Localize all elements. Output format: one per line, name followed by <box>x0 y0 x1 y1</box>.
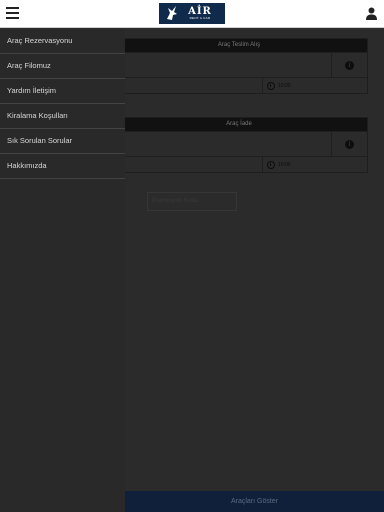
drawer-item-fleet[interactable]: Araç Filomuz <box>0 54 125 79</box>
user-icon[interactable] <box>365 7 378 20</box>
pickup-location-field[interactable]: i <box>111 52 367 77</box>
hamburger-line <box>6 17 19 19</box>
clock-icon <box>267 160 275 169</box>
return-time-field[interactable]: 10:00 <box>263 157 367 172</box>
drawer-item-about[interactable]: Hakkımızda <box>0 154 125 179</box>
pickup-time-field[interactable]: 10:00 <box>263 78 367 93</box>
pickup-info-button[interactable]: i <box>331 53 367 77</box>
hamburger-line <box>6 7 19 9</box>
logo-text: AİR RENT A CAR <box>188 7 212 20</box>
drawer-item-faq[interactable]: Sık Sorulan Sorular <box>0 129 125 154</box>
show-cars-button[interactable]: Araçları Göster <box>125 491 384 512</box>
promo-code-input[interactable]: Promosyon Kodu <box>147 192 237 211</box>
drawer-item-contact[interactable]: Yardım İletişim <box>0 79 125 104</box>
pickup-time-value: 10:00 <box>278 82 291 89</box>
return-panel: Araç İade i 10:00 <box>110 117 368 173</box>
top-bar: AİR RENT A CAR <box>0 0 384 28</box>
drawer-item-rental-terms[interactable]: Kiralama Koşulları <box>0 104 125 129</box>
pegasus-logo-icon <box>167 6 177 20</box>
logo-sub-text: RENT A CAR <box>189 16 211 20</box>
return-info-button[interactable]: i <box>331 132 367 156</box>
info-icon: i <box>345 60 354 70</box>
pickup-title: Araç Teslim Alış <box>111 39 367 52</box>
hamburger-line <box>6 12 19 14</box>
return-title: Araç İade <box>111 118 367 131</box>
return-time-value: 10:00 <box>278 161 291 168</box>
return-date-field[interactable] <box>111 157 263 172</box>
hamburger-icon[interactable] <box>6 7 19 19</box>
return-datetime-row: 10:00 <box>111 156 367 172</box>
drawer-item-reservation[interactable]: Araç Rezervasyonu <box>0 29 125 54</box>
pickup-date-field[interactable] <box>111 78 263 93</box>
brand-logo[interactable]: AİR RENT A CAR <box>159 3 225 24</box>
return-location-field[interactable]: i <box>111 131 367 156</box>
clock-icon <box>267 81 275 90</box>
pickup-panel: Araç Teslim Alış i 10:00 <box>110 38 368 94</box>
info-icon: i <box>345 139 354 149</box>
navigation-drawer: Araç Rezervasyonu Araç Filomuz Yardım İl… <box>0 29 125 512</box>
pickup-datetime-row: 10:00 <box>111 77 367 93</box>
